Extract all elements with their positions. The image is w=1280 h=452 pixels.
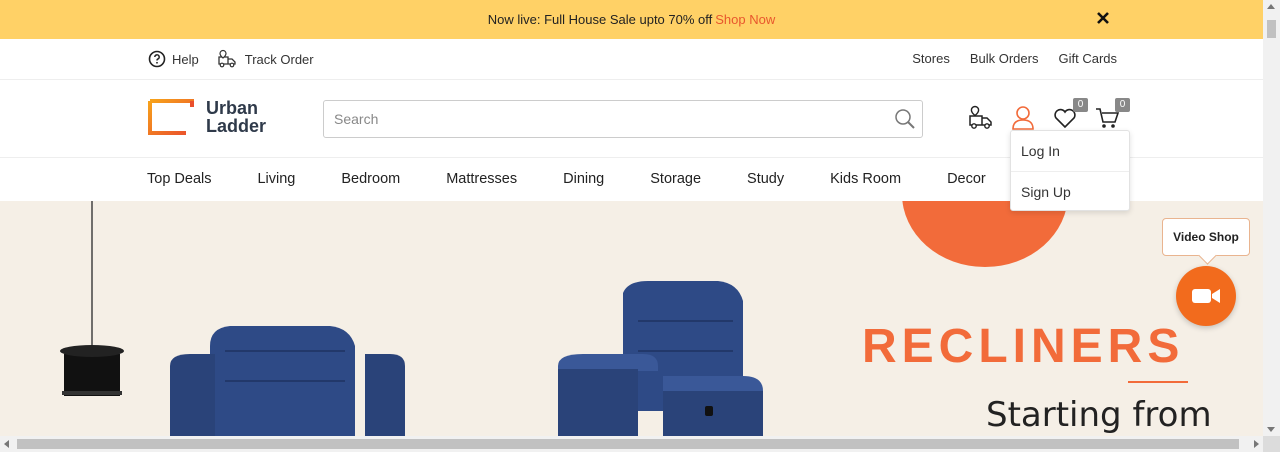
scroll-up-arrow-icon[interactable] [1267, 4, 1275, 9]
gift-cards-link[interactable]: Gift Cards [1058, 51, 1117, 66]
video-camera-icon [1192, 289, 1220, 303]
logo-text-ladder: Ladder [206, 116, 267, 136]
cart-button[interactable]: 0 [1094, 98, 1130, 131]
video-shop-label[interactable]: Video Shop [1162, 218, 1250, 256]
track-order-link[interactable]: Track Order [217, 49, 314, 69]
account-dropdown: Log In Sign Up [1010, 130, 1130, 211]
nav-item-decor[interactable]: Decor [947, 171, 986, 187]
promo-text: Now live: Full House Sale upto 70% off [487, 12, 713, 27]
hero-banner[interactable]: RECLINERS Starting from [0, 201, 1263, 436]
nav-item-dining[interactable]: Dining [563, 171, 604, 187]
track-order-button[interactable] [968, 105, 994, 131]
nav-item-living[interactable]: Living [257, 171, 295, 187]
nav-item-top-deals[interactable]: Top Deals [147, 171, 211, 187]
delivery-truck-icon [969, 105, 992, 129]
cart-count-badge: 0 [1115, 98, 1130, 112]
vertical-scrollbar[interactable] [1263, 0, 1280, 436]
search-box [323, 100, 923, 138]
wishlist-count-badge: 0 [1073, 98, 1088, 112]
track-order-label: Track Order [244, 51, 314, 67]
hero-title: RECLINERS [862, 320, 1185, 373]
shop-now-link[interactable]: Shop Now [715, 12, 775, 27]
hero-subtitle: Starting from [986, 395, 1212, 435]
hero-divider [1128, 381, 1188, 383]
nav-item-bedroom[interactable]: Bedroom [341, 171, 400, 187]
account-button[interactable] [1010, 105, 1036, 131]
nav-item-mattresses[interactable]: Mattresses [446, 171, 517, 187]
logo-text-urban: Urban [206, 98, 259, 118]
horizontal-scroll-thumb[interactable] [17, 439, 1239, 449]
wishlist-button[interactable]: 0 [1052, 98, 1088, 131]
logo[interactable]: Urban Ladder [148, 99, 266, 135]
scroll-right-arrow-icon[interactable] [1254, 440, 1259, 448]
login-option[interactable]: Log In [1011, 131, 1129, 171]
signup-option[interactable]: Sign Up [1011, 171, 1129, 211]
promo-bar: Now live: Full House Sale upto 70% off S… [0, 0, 1263, 39]
horizontal-scrollbar[interactable] [0, 436, 1263, 452]
help-icon [148, 50, 166, 68]
stores-link[interactable]: Stores [912, 51, 950, 66]
help-link[interactable]: Help [148, 49, 199, 69]
vertical-scroll-thumb[interactable] [1267, 20, 1276, 38]
nav-item-kids-room[interactable]: Kids Room [830, 171, 901, 187]
recliner-image [558, 281, 763, 436]
search-icon[interactable] [894, 108, 916, 130]
bulk-orders-link[interactable]: Bulk Orders [970, 51, 1039, 66]
video-shop-button[interactable] [1176, 266, 1236, 326]
recliner-image [170, 326, 405, 436]
nav-item-study[interactable]: Study [747, 171, 784, 187]
scroll-left-arrow-icon[interactable] [4, 440, 9, 448]
scrollbar-corner [1263, 436, 1280, 452]
close-icon[interactable] [1095, 10, 1111, 26]
pendant-lamp-image [60, 201, 124, 396]
delivery-truck-icon [218, 49, 236, 68]
page: Now live: Full House Sale upto 70% off S… [0, 0, 1263, 436]
nav-item-storage[interactable]: Storage [650, 171, 701, 187]
search-input[interactable] [324, 101, 864, 137]
help-label: Help [172, 51, 199, 67]
user-icon [1012, 106, 1034, 130]
utility-bar: Help Track Order Stores Bulk Orders Gift… [0, 39, 1263, 80]
scroll-down-arrow-icon[interactable] [1267, 427, 1275, 432]
logo-mark-icon [148, 99, 194, 135]
